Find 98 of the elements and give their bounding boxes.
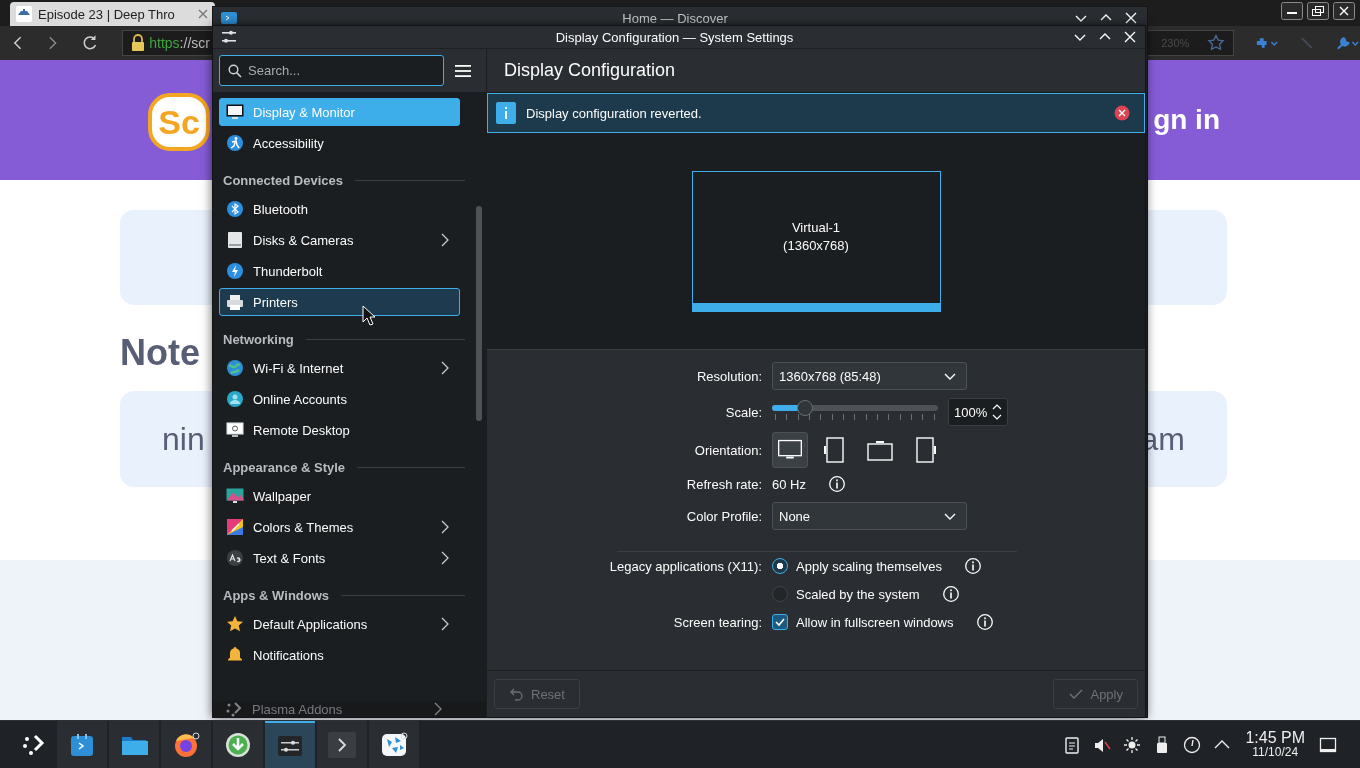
screen-preview[interactable]: Virtual-1 (1360x768) [691, 171, 941, 312]
option-label: Allow in fullscreen windows [796, 614, 954, 630]
sidebar-item[interactable]: Online Accounts [219, 385, 460, 413]
bell-icon [226, 646, 244, 664]
palette-icon [226, 518, 244, 536]
section-heading: Connected Devices [223, 173, 343, 188]
sidebar-item[interactable]: Default Applications [219, 610, 460, 638]
printer-icon [226, 293, 244, 311]
settings-icon [221, 29, 237, 45]
orientation-button[interactable] [772, 432, 808, 468]
field-label: Orientation: [693, 441, 763, 460]
close-icon[interactable] [1333, 2, 1355, 20]
brightness-icon[interactable] [1123, 735, 1142, 754]
sidebar-item[interactable]: Text & Fonts [219, 544, 460, 572]
globe-icon [226, 359, 244, 377]
info-icon[interactable] [963, 557, 982, 575]
dropdown[interactable]: None [772, 502, 967, 530]
address-text[interactable]: https://scr [149, 35, 210, 51]
clipboard-icon[interactable] [1063, 735, 1082, 754]
info-icon[interactable] [941, 585, 960, 603]
accessibility-icon [226, 134, 244, 152]
taskbar-button[interactable] [369, 721, 419, 768]
browser-icon [172, 730, 200, 759]
wallpaper-icon [226, 487, 244, 505]
field-label: Color Profile: [685, 507, 763, 526]
bluetooth-icon [226, 200, 244, 218]
taskbar-button[interactable] [109, 721, 159, 768]
slider-thumb[interactable] [797, 399, 814, 416]
sign-in-link[interactable]: gn in [1153, 104, 1220, 136]
radio-button[interactable] [772, 558, 788, 574]
app-icon [221, 11, 237, 25]
sidebar-item[interactable]: Notifications [219, 641, 460, 669]
checkmark-icon [774, 616, 786, 628]
info-icon[interactable] [975, 613, 994, 631]
field-label: Resolution: [695, 367, 763, 386]
window-title: Display Configuration — System Settings [554, 29, 795, 45]
taskbar-button[interactable] [265, 721, 315, 768]
section-heading: Apps & Windows [223, 588, 330, 603]
section-heading: Networking [223, 332, 294, 347]
radio-button[interactable] [772, 586, 788, 602]
message-text: Display configuration reverted. [526, 105, 703, 121]
section-heading: Appearance & Style [223, 460, 346, 475]
screen-size: (1360x768) [783, 237, 849, 255]
lightning-icon [226, 262, 244, 280]
clock[interactable]: 1:45 PM 11/10/24 [1245, 721, 1305, 768]
star-icon[interactable] [1207, 34, 1226, 52]
sidebar-item[interactable]: Printers [219, 288, 460, 316]
sidebar-item[interactable]: Bluetooth [219, 195, 460, 223]
field-label: Scale: [724, 403, 763, 422]
monitor-icon [226, 103, 244, 121]
card-text: nin [162, 420, 205, 458]
sidebar-item[interactable]: Colors & Themes [219, 513, 460, 541]
lock-icon [131, 34, 146, 52]
sidebar-item[interactable]: Remote Desktop [219, 416, 460, 444]
sidebar-item[interactable]: Disks & Cameras [219, 226, 460, 254]
favicon-icon [16, 6, 32, 22]
field-label: Screen tearing: [672, 613, 763, 632]
close-icon[interactable] [1122, 29, 1138, 45]
sidebar-item[interactable]: Wallpaper [219, 482, 460, 510]
restore-icon[interactable] [1307, 2, 1329, 20]
window-title: Home — Discover [621, 10, 729, 26]
sidebar-item[interactable]: Thunderbolt [219, 257, 460, 285]
dropdown[interactable]: 1360x768 (85:48) [772, 362, 967, 390]
checkbox[interactable] [772, 614, 788, 630]
sidebar-item[interactable]: Wi-Fi & Internet [219, 354, 460, 382]
search-box[interactable]: Search... [219, 55, 444, 86]
font-icon [226, 549, 244, 567]
app-icon [380, 730, 408, 759]
minimize-icon[interactable] [1281, 2, 1303, 20]
browser-tab[interactable]: Episode 23 | Deep Thro [10, 2, 215, 26]
screen-name: Virtual-1 [791, 219, 841, 237]
info-icon [496, 102, 516, 124]
field-label: Legacy applications (X11): [608, 557, 763, 576]
taskbar-button[interactable] [213, 721, 263, 768]
mouse-cursor-icon [362, 305, 376, 326]
field-label: Refresh rate: [685, 475, 763, 494]
plasma-icon [225, 701, 243, 717]
sidebar-item[interactable]: Accessibility [219, 129, 460, 157]
close-icon[interactable] [1123, 10, 1139, 26]
monitor-icon [226, 421, 244, 439]
search-icon [228, 63, 242, 78]
page-heading: Note [120, 331, 200, 374]
gauge-icon[interactable] [1183, 735, 1202, 754]
account-icon [226, 390, 244, 408]
close-icon[interactable] [1114, 105, 1130, 121]
radio-option[interactable]: Scaled by the system [772, 586, 920, 602]
option-label: Scaled by the system [796, 586, 920, 602]
undo-icon [509, 686, 525, 702]
spin-box[interactable]: 100% [948, 398, 1008, 426]
sidebar-item[interactable]: Plasma Addons [213, 701, 486, 717]
star-icon [226, 615, 244, 633]
download-icon [224, 730, 252, 759]
show-desktop-icon[interactable] [1319, 735, 1337, 754]
info-icon[interactable] [827, 475, 846, 493]
scrollbar-thumb[interactable] [476, 206, 482, 421]
field-value: 60 Hz [772, 476, 806, 492]
terminal-icon [328, 730, 356, 759]
taskbar-button[interactable] [161, 721, 211, 768]
